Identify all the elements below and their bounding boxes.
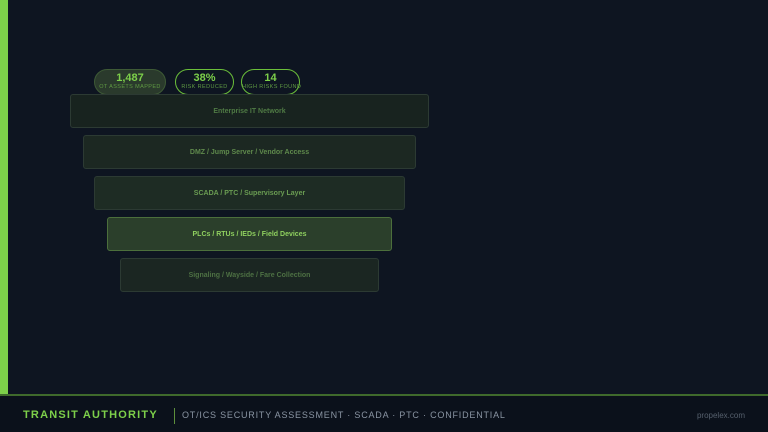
stat-label: OT ASSETS MAPPED: [99, 84, 161, 90]
stat-value: 1,487: [116, 72, 144, 84]
stat-label: HIGH RISKS FOUND: [242, 84, 302, 90]
layer-dmz: DMZ / Jump Server / Vendor Access: [83, 135, 416, 169]
layer-signaling-wayside: Signaling / Wayside / Fare Collection: [120, 258, 379, 292]
stat-risk-reduced: 38% RISK REDUCED: [175, 69, 234, 95]
layer-scada-ptc: SCADA / PTC / Supervisory Layer: [94, 176, 405, 210]
layer-field-devices: PLCs / RTUs / IEDs / Field Devices: [107, 217, 392, 251]
footer-site: propelex.com: [696, 411, 745, 420]
stat-value: 38%: [193, 72, 216, 84]
footer-brand: TRANSIT AUTHORITY: [23, 409, 158, 421]
footer: TRANSIT AUTHORITY OT/ICS SECURITY ASSESS…: [0, 394, 768, 432]
stat-value: 14: [264, 72, 277, 84]
slide: 1,487 OT ASSETS MAPPED 38% RISK REDUCED …: [0, 0, 768, 432]
stat-ot-assets-mapped: 1,487 OT ASSETS MAPPED: [94, 69, 166, 95]
footer-subtitle: OT/ICS SECURITY ASSESSMENT · SCADA · PTC…: [182, 410, 506, 420]
stat-label: RISK REDUCED: [181, 84, 228, 90]
accent-bar: [0, 0, 8, 394]
layer-enterprise-it: Enterprise IT Network: [70, 94, 429, 128]
stat-high-risks-found: 14 HIGH RISKS FOUND: [241, 69, 302, 95]
footer-divider: [174, 408, 175, 424]
